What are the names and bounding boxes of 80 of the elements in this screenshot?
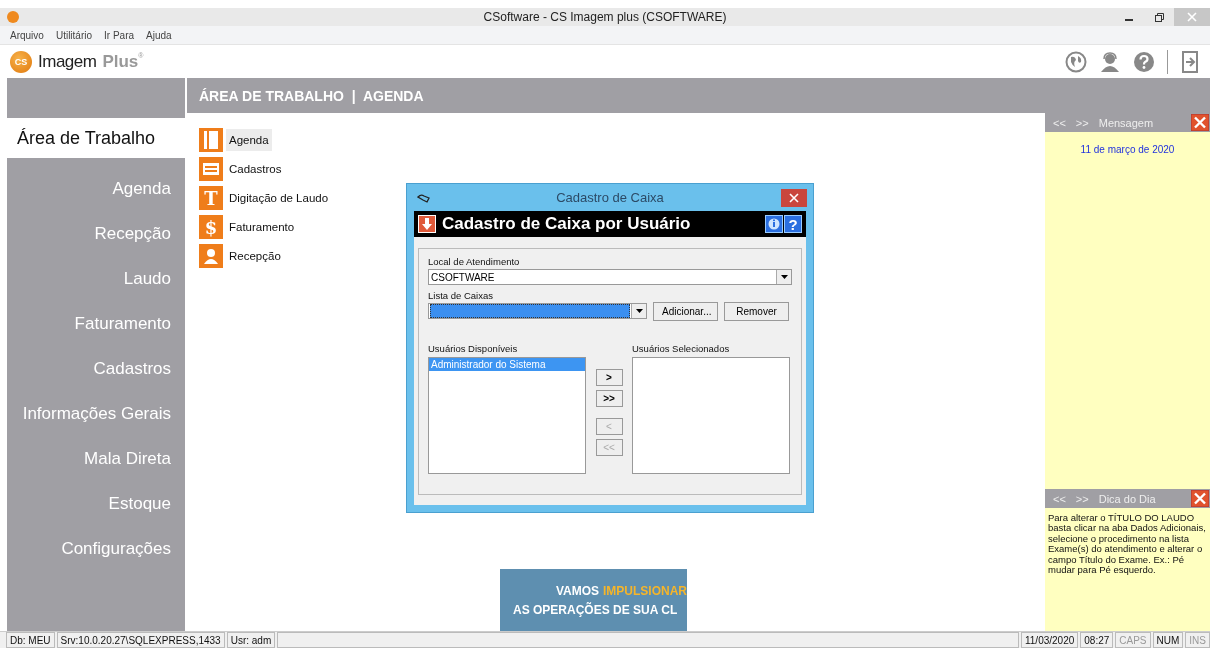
message-date: 11 de março de 2020 — [1080, 144, 1175, 155]
sidebar-item[interactable]: Recepção — [7, 211, 185, 256]
dialog-button[interactable]: Remover — [724, 301, 789, 321]
selected-users-list[interactable] — [632, 357, 790, 474]
close-icon[interactable] — [1191, 114, 1209, 131]
list-label: Usuários Disponíveis — [428, 343, 519, 354]
app-icon — [7, 11, 19, 23]
status-panel: Db: MEU — [6, 632, 55, 648]
panel-title: Dica do Dia — [1098, 492, 1156, 505]
support-agent-icon[interactable] — [1099, 50, 1121, 73]
letter-icon[interactable]: $ — [199, 215, 223, 239]
prev-button[interactable]: << — [1053, 492, 1066, 505]
tip-text: Para alterar o TÍTULO DO LAUDO basta clicar na aba Dados Adicionais, selecione o procedimento na lista Exame(s) do atendimento e alterar o campo Título do Exame. Ex.: Pé mudar para Pé esquerdo. — [1048, 513, 1207, 576]
help-icon[interactable] — [1133, 50, 1155, 73]
dialog-title: Cadastro de Caixa — [556, 190, 664, 205]
sidebar-item[interactable]: Área de Trabalho — [7, 118, 187, 158]
close-icon[interactable] — [1191, 490, 1209, 507]
close-icon — [1187, 12, 1197, 22]
exit-icon[interactable] — [1180, 50, 1200, 73]
location-dropdown[interactable]: CSOFTWARE — [428, 269, 792, 285]
banner-highlight: IMPULSIONAR — [603, 584, 687, 598]
menu-item[interactable]: Ajuda — [146, 29, 172, 41]
shortcut-link[interactable]: Cadastros — [226, 158, 285, 180]
shortcut-link[interactable]: Recepção — [226, 245, 284, 267]
globe-icon[interactable] — [1065, 50, 1087, 73]
person-icon[interactable] — [199, 244, 223, 268]
dialog-button[interactable]: Adicionar... — [653, 301, 718, 321]
dropdown-arrow-icon — [780, 275, 788, 279]
sidebar-item[interactable]: Estoque — [7, 481, 185, 526]
list-item[interactable]: Administrador do Sistema — [429, 358, 585, 371]
sidebar-item[interactable]: Faturamento — [7, 301, 185, 346]
minimize-icon — [1125, 19, 1133, 21]
list-label: Usuários Selecionados — [632, 343, 731, 354]
book-icon[interactable] — [199, 128, 223, 152]
logo-text: Imagem — [38, 51, 97, 72]
shortcut-link[interactable]: Faturamento — [226, 216, 298, 238]
help-button[interactable]: ? — [784, 215, 802, 233]
sidebar-item[interactable]: Cadastros — [7, 346, 185, 391]
logo-badge: CS — [10, 50, 32, 73]
menu-item[interactable]: Arquivo — [10, 29, 44, 41]
sidebar-item[interactable]: Informações Gerais — [7, 391, 185, 436]
prev-button[interactable]: << — [1053, 116, 1066, 129]
close-icon — [789, 192, 799, 203]
cash-register-dropdown[interactable] — [428, 303, 647, 319]
banner-text: AS OPERAÇÕES DE SUA CL — [512, 603, 679, 617]
restore-icon — [1154, 12, 1164, 22]
menu-item[interactable]: Utilitário — [55, 29, 93, 41]
field-label: Lista de Caixas — [428, 290, 494, 301]
breadcrumb: ÁREA DE TRABALHO | AGENDA — [199, 87, 424, 104]
dropdown-arrow-icon — [635, 309, 643, 313]
status-panel: Usr: adm — [226, 632, 276, 648]
dialog-heading: Cadastro de Caixa por Usuário — [442, 214, 691, 234]
close-button[interactable] — [781, 188, 807, 207]
banner-text: VAMOS — [555, 584, 599, 598]
status-panel: NUM — [1152, 632, 1184, 648]
info-icon[interactable] — [765, 215, 783, 233]
available-users-list[interactable]: Administrador do Sistema — [428, 357, 586, 474]
next-button[interactable]: >> — [1075, 492, 1089, 505]
menu-item[interactable]: Ir Para — [104, 29, 135, 41]
status-panel: CAPS — [1115, 632, 1151, 648]
status-panel: INS — [1185, 632, 1210, 648]
sidebar-item[interactable]: Laudo — [7, 256, 185, 301]
status-panel: 08:27 — [1080, 632, 1114, 648]
shortcut-link[interactable]: Digitação de Laudo — [226, 187, 332, 209]
sidebar-item[interactable]: Configurações — [7, 526, 185, 571]
move-button[interactable]: > — [595, 369, 623, 386]
panel-title: Mensagem — [1098, 116, 1154, 129]
shortcut-link[interactable]: Agenda — [226, 129, 272, 151]
next-button[interactable]: >> — [1075, 116, 1089, 129]
status-panel: Srv:10.0.20.27\SQLEXPRESS,1433 — [56, 632, 225, 648]
download-icon — [418, 215, 436, 233]
field-label: Local de Atendimento — [428, 256, 521, 267]
promo-banner[interactable]: VAMOS IMPULSIONAR AS OPERAÇÕES DE SUA CL — [500, 569, 687, 632]
status-panel: 11/03/2020 — [1020, 632, 1079, 648]
drawer-icon[interactable] — [199, 157, 223, 181]
sidebar-item[interactable]: Agenda — [7, 166, 185, 211]
window-title: CSoftware - CS Imagem plus (CSOFTWARE) — [483, 10, 727, 24]
sidebar-item[interactable]: Mala Direta — [7, 436, 185, 481]
move-button[interactable]: >> — [595, 390, 623, 407]
letter-icon[interactable]: T — [199, 186, 223, 210]
